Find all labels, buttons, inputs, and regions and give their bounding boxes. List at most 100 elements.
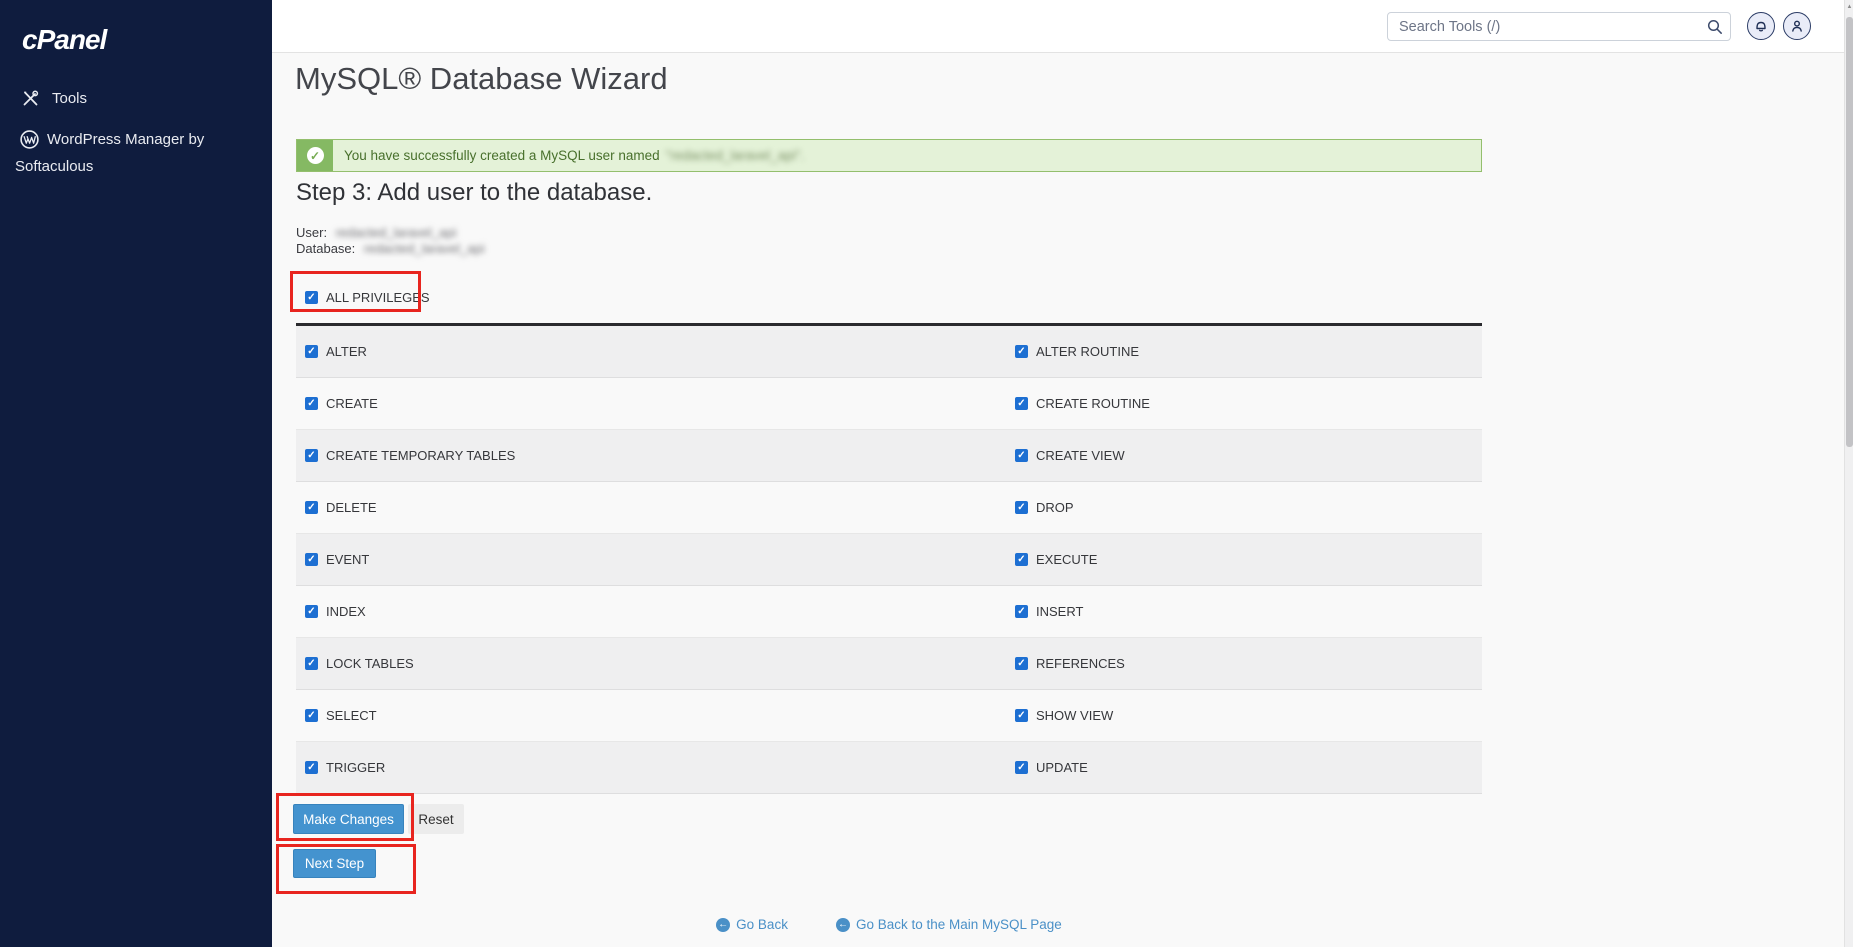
all-privileges-label: ALL PRIVILEGES xyxy=(326,290,430,305)
privilege-checkbox-create[interactable]: ✓ xyxy=(305,397,318,410)
check-circle-icon: ✓ xyxy=(307,147,324,164)
database-label: Database: xyxy=(296,241,355,256)
make-changes-button[interactable]: Make Changes xyxy=(293,804,404,834)
database-context-line: Database: redacted_laravel_api xyxy=(296,241,485,257)
sidebar-item-label: Tools xyxy=(52,90,87,107)
privilege-cell: ✓ALTER ROUTINE xyxy=(1015,326,1482,377)
privilege-row: ✓ EVENT ✓ EXECUTE xyxy=(296,534,1482,586)
sidebar-item-tools[interactable]: Tools xyxy=(0,86,272,110)
privilege-checkbox-create-view[interactable]: ✓ xyxy=(1015,449,1028,462)
privilege-checkbox-select[interactable]: ✓ xyxy=(305,709,318,722)
user-context-line: User: redacted_laravel_api xyxy=(296,225,456,241)
all-privileges-checkbox[interactable]: ✓ xyxy=(305,291,318,304)
privilege-checkbox-event[interactable]: ✓ xyxy=(305,553,318,566)
privilege-label: LOCK TABLES xyxy=(326,656,414,671)
sidebar-item-wordpress-manager[interactable]: WordPress Manager by Softaculous xyxy=(0,126,272,180)
privilege-label: EXECUTE xyxy=(1036,552,1097,567)
notifications-button[interactable] xyxy=(1747,12,1775,40)
cpanel-logo[interactable]: cPanel xyxy=(22,24,106,56)
privilege-checkbox-insert[interactable]: ✓ xyxy=(1015,605,1028,618)
privilege-cell: ✓CREATE ROUTINE xyxy=(1015,378,1482,429)
cpanel-app: cPanel Tools WordPress Manager by Softac… xyxy=(0,0,1853,947)
arrow-left-icon: ← xyxy=(716,918,730,932)
privilege-checkbox-references[interactable]: ✓ xyxy=(1015,657,1028,670)
privilege-checkbox-lock-tables[interactable]: ✓ xyxy=(305,657,318,670)
privilege-cell: ✓ CREATE TEMPORARY TABLES xyxy=(296,430,1015,481)
scrollbar-thumb[interactable] xyxy=(1846,17,1853,447)
arrow-left-icon: ← xyxy=(836,918,850,932)
privilege-cell: ✓ INSERT xyxy=(1015,586,1482,637)
success-alert: ✓ You have successfully created a MySQL … xyxy=(296,139,1482,172)
privilege-checkbox-alter-routine[interactable]: ✓ xyxy=(1015,345,1028,358)
privilege-label: CREATE xyxy=(326,396,378,411)
privilege-row: ✓ TRIGGER ✓ UPDATE xyxy=(296,742,1482,794)
search-input[interactable] xyxy=(1388,19,1700,35)
user-value-redacted: redacted_laravel_api xyxy=(336,225,457,240)
privileges-table: ✓ALTER✓ALTER ROUTINE✓CREATE✓CREATE ROUTI… xyxy=(296,323,1482,794)
privilege-checkbox-show-view[interactable]: ✓ xyxy=(1015,709,1028,722)
privilege-row: ✓ CREATE TEMPORARY TABLES ✓ CREATE VIEW xyxy=(296,430,1482,482)
privilege-checkbox-execute[interactable]: ✓ xyxy=(1015,553,1028,566)
privilege-checkbox-create-temporary-tables[interactable]: ✓ xyxy=(305,449,318,462)
privilege-label: SELECT xyxy=(326,708,377,723)
go-back-link[interactable]: ← Go Back xyxy=(716,917,788,932)
privilege-cell: ✓ DROP xyxy=(1015,482,1482,533)
privilege-checkbox-update[interactable]: ✓ xyxy=(1015,761,1028,774)
privilege-label: CREATE VIEW xyxy=(1036,448,1125,463)
wordpress-icon xyxy=(20,130,39,149)
privilege-label: INDEX xyxy=(326,604,366,619)
privilege-checkbox-delete[interactable]: ✓ xyxy=(305,501,318,514)
sidebar: cPanel Tools WordPress Manager by Softac… xyxy=(0,0,272,947)
privilege-cell: ✓ CREATE VIEW xyxy=(1015,430,1482,481)
privilege-cell: ✓ALTER xyxy=(296,326,1015,377)
privilege-checkbox-index[interactable]: ✓ xyxy=(305,605,318,618)
privilege-checkbox-drop[interactable]: ✓ xyxy=(1015,501,1028,514)
redacted-username: "redacted_laravel_api". xyxy=(666,148,805,163)
privilege-checkbox-create-routine[interactable]: ✓ xyxy=(1015,397,1028,410)
tools-icon xyxy=(22,90,39,107)
privilege-row: ✓ DELETE ✓ DROP xyxy=(296,482,1482,534)
privilege-checkbox-trigger[interactable]: ✓ xyxy=(305,761,318,774)
privilege-label: DELETE xyxy=(326,500,377,515)
database-value-redacted: redacted_laravel_api xyxy=(364,241,485,256)
success-message: You have successfully created a MySQL us… xyxy=(344,148,660,163)
all-privileges-row: ✓ ALL PRIVILEGES xyxy=(305,290,430,305)
topbar xyxy=(272,0,1844,53)
privilege-cell: ✓ INDEX xyxy=(296,586,1015,637)
privilege-row: ✓LOCK TABLES✓REFERENCES xyxy=(296,638,1482,690)
privilege-cell: ✓ CREATE xyxy=(296,378,1015,429)
next-step-button[interactable]: Next Step xyxy=(293,849,376,878)
footer-link-label: Go Back xyxy=(736,917,788,932)
privilege-cell: ✓ EXECUTE xyxy=(1015,534,1482,585)
reset-button[interactable]: Reset xyxy=(408,804,464,834)
search-box xyxy=(1387,12,1731,41)
privilege-row: ✓ INDEX ✓ INSERT xyxy=(296,586,1482,638)
privilege-row: ✓ CREATE ✓CREATE ROUTINE xyxy=(296,378,1482,430)
scroll-up-icon[interactable]: ▲ xyxy=(1846,4,1853,10)
privilege-label: INSERT xyxy=(1036,604,1083,619)
privilege-cell: ✓ UPDATE xyxy=(1015,742,1482,793)
privilege-cell: ✓ SHOW VIEW xyxy=(1015,690,1482,741)
privilege-checkbox-alter[interactable]: ✓ xyxy=(305,345,318,358)
user-label: User: xyxy=(296,225,327,240)
footer-link-label: Go Back to the Main MySQL Page xyxy=(856,917,1062,932)
privilege-row: ✓ALTER✓ALTER ROUTINE xyxy=(296,326,1482,378)
go-back-main-mysql-link[interactable]: ← Go Back to the Main MySQL Page xyxy=(836,917,1062,932)
success-alert-body: You have successfully created a MySQL us… xyxy=(333,140,1481,171)
privilege-label: DROP xyxy=(1036,500,1074,515)
privilege-label: CREATE TEMPORARY TABLES xyxy=(326,448,515,463)
privilege-cell: ✓ EVENT xyxy=(296,534,1015,585)
privilege-row: ✓ SELECT ✓ SHOW VIEW xyxy=(296,690,1482,742)
search-icon[interactable] xyxy=(1700,13,1730,40)
privilege-label: TRIGGER xyxy=(326,760,385,775)
account-button[interactable] xyxy=(1783,12,1811,40)
privilege-label: UPDATE xyxy=(1036,760,1088,775)
privilege-label: SHOW VIEW xyxy=(1036,708,1113,723)
footer-links: ← Go Back ← Go Back to the Main MySQL Page xyxy=(296,917,1482,932)
step-heading: Step 3: Add user to the database. xyxy=(296,179,652,207)
vertical-scrollbar[interactable]: ▲ xyxy=(1844,0,1853,947)
privilege-label: EVENT xyxy=(326,552,369,567)
privilege-cell: ✓ DELETE xyxy=(296,482,1015,533)
privilege-cell: ✓ SELECT xyxy=(296,690,1015,741)
user-icon xyxy=(1790,19,1804,33)
